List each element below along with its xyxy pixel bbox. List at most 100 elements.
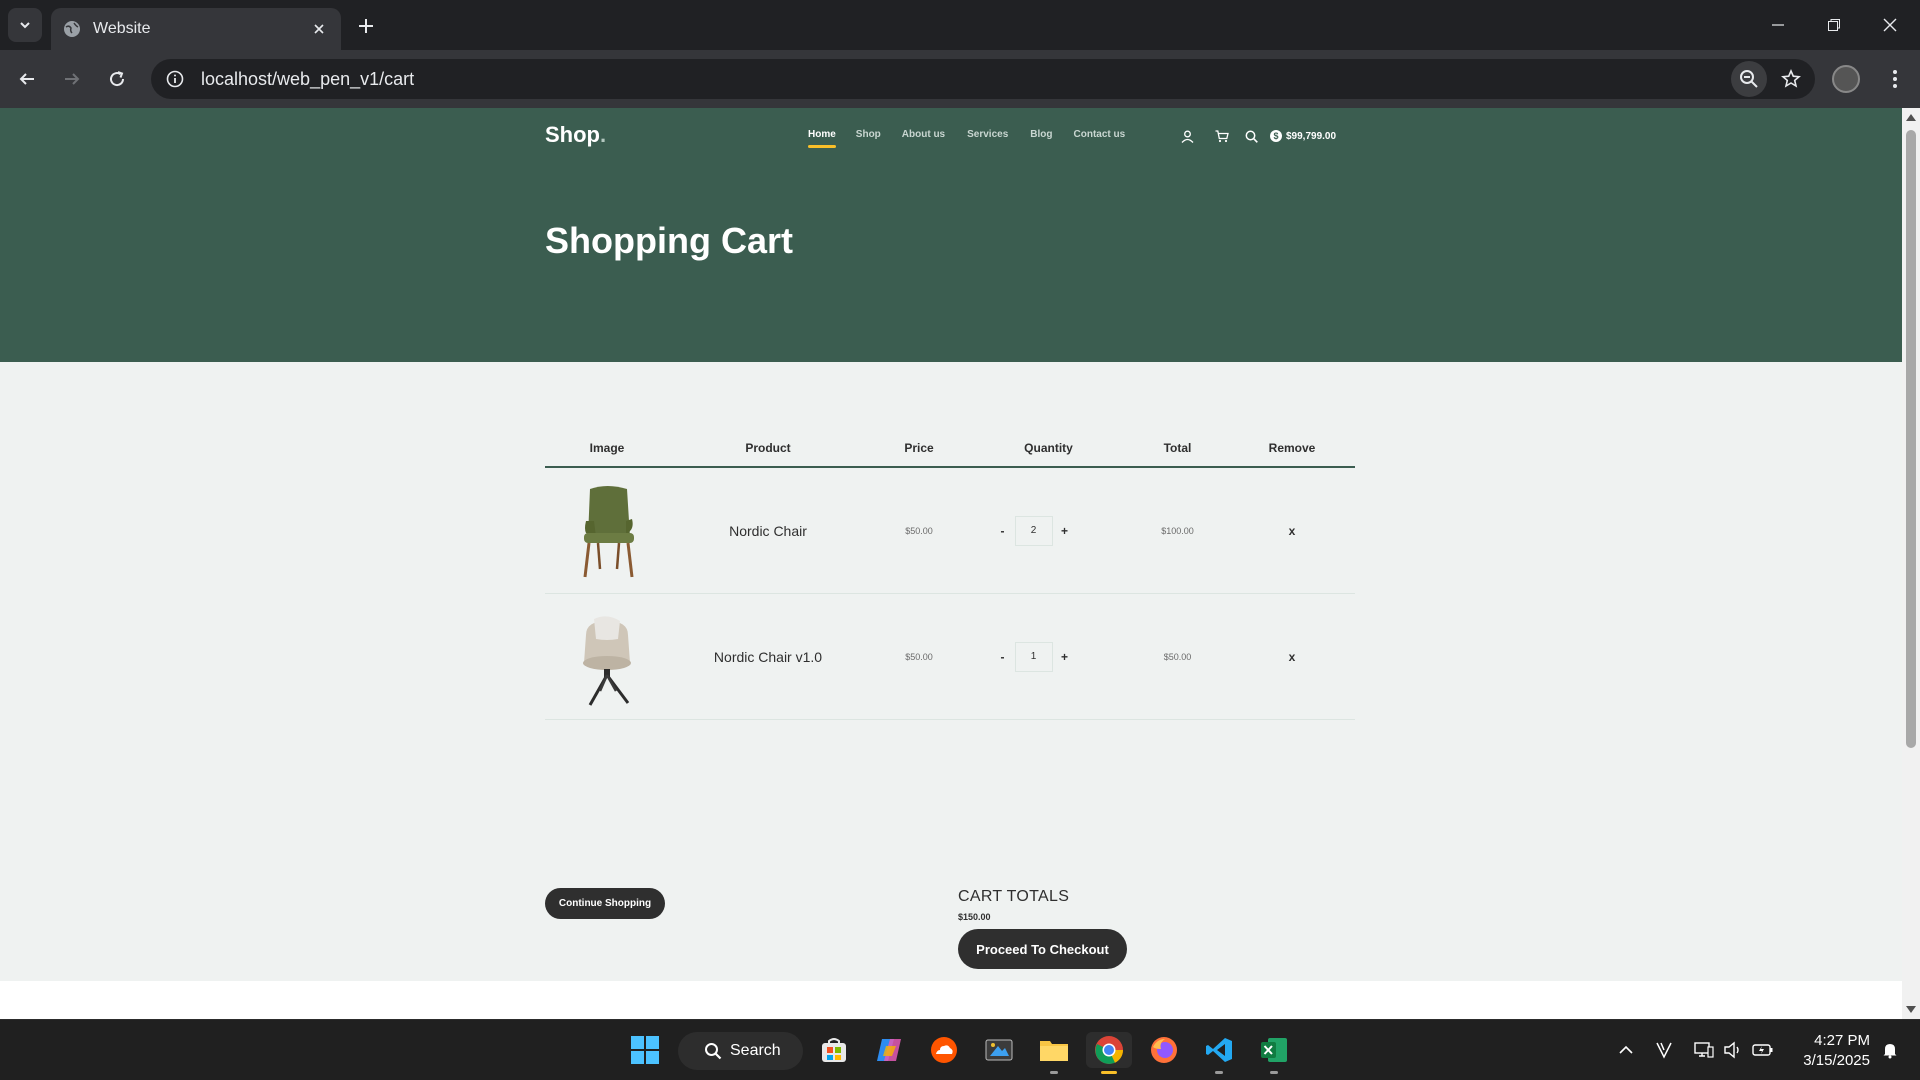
nav-shop[interactable]: Shop bbox=[856, 129, 881, 140]
nav-contact[interactable]: Contact us bbox=[1074, 129, 1126, 140]
reload-icon bbox=[110, 71, 125, 87]
minimize-icon bbox=[1772, 24, 1784, 26]
url-text[interactable]: localhost/web_pen_v1/cart bbox=[201, 69, 1731, 90]
header-price: Price bbox=[904, 441, 934, 455]
quantity-input[interactable]: 2 bbox=[1014, 515, 1053, 546]
volume-icon[interactable] bbox=[1721, 1038, 1745, 1062]
battery-icon[interactable] bbox=[1751, 1038, 1775, 1062]
firefox-icon[interactable] bbox=[1146, 1032, 1182, 1068]
new-tab-button[interactable] bbox=[352, 12, 380, 40]
scrollbar-thumb[interactable] bbox=[1906, 130, 1916, 748]
table-row: Nordic Chair v1.0 $50.00 - 1 + $50.00 x bbox=[545, 594, 1355, 720]
header-quantity: Quantity bbox=[1024, 441, 1073, 455]
page-scrollbar[interactable] bbox=[1902, 108, 1920, 1019]
cart-table-header: Image Product Price Quantity Total Remov… bbox=[545, 430, 1355, 468]
tab-close-icon[interactable] bbox=[309, 19, 329, 39]
bookmark-star-icon[interactable] bbox=[1773, 61, 1809, 97]
forward-button[interactable] bbox=[55, 62, 89, 96]
product-name[interactable]: Nordic Chair v1.0 bbox=[669, 649, 867, 665]
nav-services[interactable]: Services bbox=[967, 129, 1008, 140]
remove-item-button[interactable]: x bbox=[1229, 524, 1355, 538]
product-name[interactable]: Nordic Chair bbox=[669, 523, 867, 539]
scroll-down-arrow-icon[interactable] bbox=[1906, 1006, 1916, 1013]
running-indicator bbox=[1050, 1071, 1058, 1074]
clock-date: 3/15/2025 bbox=[1803, 1052, 1870, 1069]
nav-blog[interactable]: Blog bbox=[1030, 129, 1052, 140]
notification-bell-icon[interactable] bbox=[1878, 1038, 1902, 1062]
header-image: Image bbox=[589, 441, 625, 455]
minimize-button[interactable] bbox=[1750, 0, 1806, 50]
plus-icon bbox=[359, 19, 373, 33]
increase-quantity-button[interactable]: + bbox=[1053, 650, 1077, 664]
taskbar-search-label: Search bbox=[730, 1042, 781, 1059]
header-actions: $ $99,799.00 bbox=[1178, 127, 1336, 145]
header-total: Total bbox=[1163, 441, 1192, 455]
file-explorer-icon[interactable] bbox=[1036, 1032, 1072, 1074]
running-indicator bbox=[1215, 1071, 1223, 1074]
product-image-green-chair bbox=[545, 476, 669, 586]
scroll-up-arrow-icon[interactable] bbox=[1906, 114, 1916, 121]
line-total: $100.00 bbox=[1161, 525, 1194, 536]
header-product: Product bbox=[745, 441, 791, 455]
search-icon[interactable] bbox=[1242, 127, 1260, 145]
start-button[interactable] bbox=[627, 1032, 663, 1068]
browser-tab[interactable]: Website bbox=[51, 8, 341, 50]
user-icon[interactable] bbox=[1178, 127, 1196, 145]
remove-item-button[interactable]: x bbox=[1229, 650, 1355, 664]
excel-icon[interactable] bbox=[1256, 1032, 1292, 1074]
copilot-icon[interactable] bbox=[871, 1032, 907, 1068]
cart-table: Image Product Price Quantity Total Remov… bbox=[545, 430, 1355, 720]
taskbar-search[interactable]: Search bbox=[678, 1032, 803, 1070]
show-hidden-icons-chevron-icon[interactable] bbox=[1614, 1038, 1638, 1062]
decrease-quantity-button[interactable]: - bbox=[991, 650, 1015, 664]
windows-logo-icon bbox=[631, 1036, 659, 1064]
reload-button[interactable] bbox=[100, 62, 134, 96]
cart-section: Image Product Price Quantity Total Remov… bbox=[0, 362, 1902, 981]
snipping-tool-icon[interactable] bbox=[981, 1032, 1017, 1068]
line-total: $50.00 bbox=[1163, 651, 1192, 662]
zoom-icon[interactable] bbox=[1731, 61, 1767, 97]
image-cell bbox=[545, 602, 669, 712]
image-cell bbox=[545, 476, 669, 586]
network-icon[interactable] bbox=[1692, 1038, 1716, 1062]
arrow-right-icon bbox=[65, 73, 80, 85]
increase-quantity-button[interactable]: + bbox=[1053, 524, 1077, 538]
chrome-icon[interactable] bbox=[1086, 1032, 1132, 1074]
proceed-to-checkout-button[interactable]: Proceed To Checkout bbox=[958, 929, 1127, 969]
soundcloud-icon[interactable] bbox=[926, 1032, 962, 1068]
active-indicator bbox=[1101, 1071, 1117, 1074]
cart-totals: CART TOTALS $150.00 bbox=[958, 888, 1069, 922]
site-info-icon[interactable] bbox=[155, 59, 195, 99]
taskbar-clock[interactable]: 4:27 PM 3/15/2025 bbox=[1790, 1031, 1870, 1071]
product-price: $50.00 bbox=[905, 525, 933, 536]
tab-title: Website bbox=[93, 20, 151, 37]
running-indicator bbox=[1270, 1071, 1278, 1074]
tab-search-button[interactable] bbox=[8, 8, 42, 42]
cart-icon[interactable] bbox=[1213, 127, 1231, 145]
nav-about[interactable]: About us bbox=[902, 129, 945, 140]
quantity-stepper: - 1 + bbox=[971, 641, 1126, 672]
quantity-input[interactable]: 1 bbox=[1014, 641, 1053, 672]
vpn-tray-icon[interactable] bbox=[1652, 1038, 1676, 1062]
browser-menu-button[interactable] bbox=[1878, 62, 1912, 96]
restore-button[interactable] bbox=[1806, 0, 1862, 50]
coin-icon: $ bbox=[1270, 130, 1282, 142]
restore-icon bbox=[1828, 19, 1840, 31]
continue-shopping-button[interactable]: Continue Shopping bbox=[545, 888, 665, 919]
close-window-button[interactable] bbox=[1862, 0, 1918, 50]
site-logo[interactable]: Shop. bbox=[545, 122, 606, 148]
ms-store-icon[interactable] bbox=[816, 1032, 852, 1068]
nav-home[interactable]: Home bbox=[808, 129, 836, 148]
profile-avatar[interactable] bbox=[1832, 65, 1860, 93]
cart-totals-heading: CART TOTALS bbox=[958, 888, 1070, 905]
back-button[interactable] bbox=[10, 62, 44, 96]
decrease-quantity-button[interactable]: - bbox=[991, 524, 1015, 538]
quantity-stepper: - 2 + bbox=[971, 515, 1126, 546]
wallet-balance[interactable]: $ $99,799.00 bbox=[1270, 130, 1336, 142]
hero-header: Shop. Home Shop About us Services Blog C… bbox=[0, 108, 1902, 362]
browser-toolbar: localhost/web_pen_v1/cart bbox=[0, 50, 1920, 108]
address-bar[interactable]: localhost/web_pen_v1/cart bbox=[151, 59, 1815, 99]
cart-totals-amount: $150.00 bbox=[958, 912, 991, 922]
vscode-icon[interactable] bbox=[1201, 1032, 1237, 1074]
product-price: $50.00 bbox=[905, 651, 933, 662]
